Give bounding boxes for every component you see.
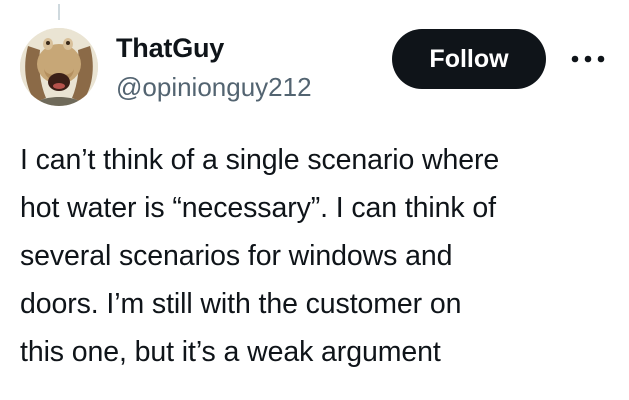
follow-button[interactable]: Follow — [392, 29, 546, 89]
avatar[interactable] — [20, 28, 98, 106]
thread-connector-line — [58, 4, 60, 20]
tweet-text-line: several scenarios for windows and — [20, 240, 453, 272]
tweet-text-line: I can’t think of a single scenario where — [20, 144, 500, 176]
display-name[interactable]: ThatGuy — [116, 32, 224, 64]
tweet-text: I can’t think of a single scenario where… — [20, 136, 620, 376]
user-handle[interactable]: @opinionguy212 — [116, 71, 312, 103]
tweet-text-line: hot water is “necessary”. I can think of — [20, 192, 496, 224]
gungan-avatar-icon — [20, 28, 98, 106]
tweet-text-line: doors. I’m still with the customer on — [20, 288, 462, 320]
tweet-text-line: this one, but it’s a weak argument — [20, 336, 441, 368]
more-horizontal-icon[interactable] — [568, 48, 608, 70]
